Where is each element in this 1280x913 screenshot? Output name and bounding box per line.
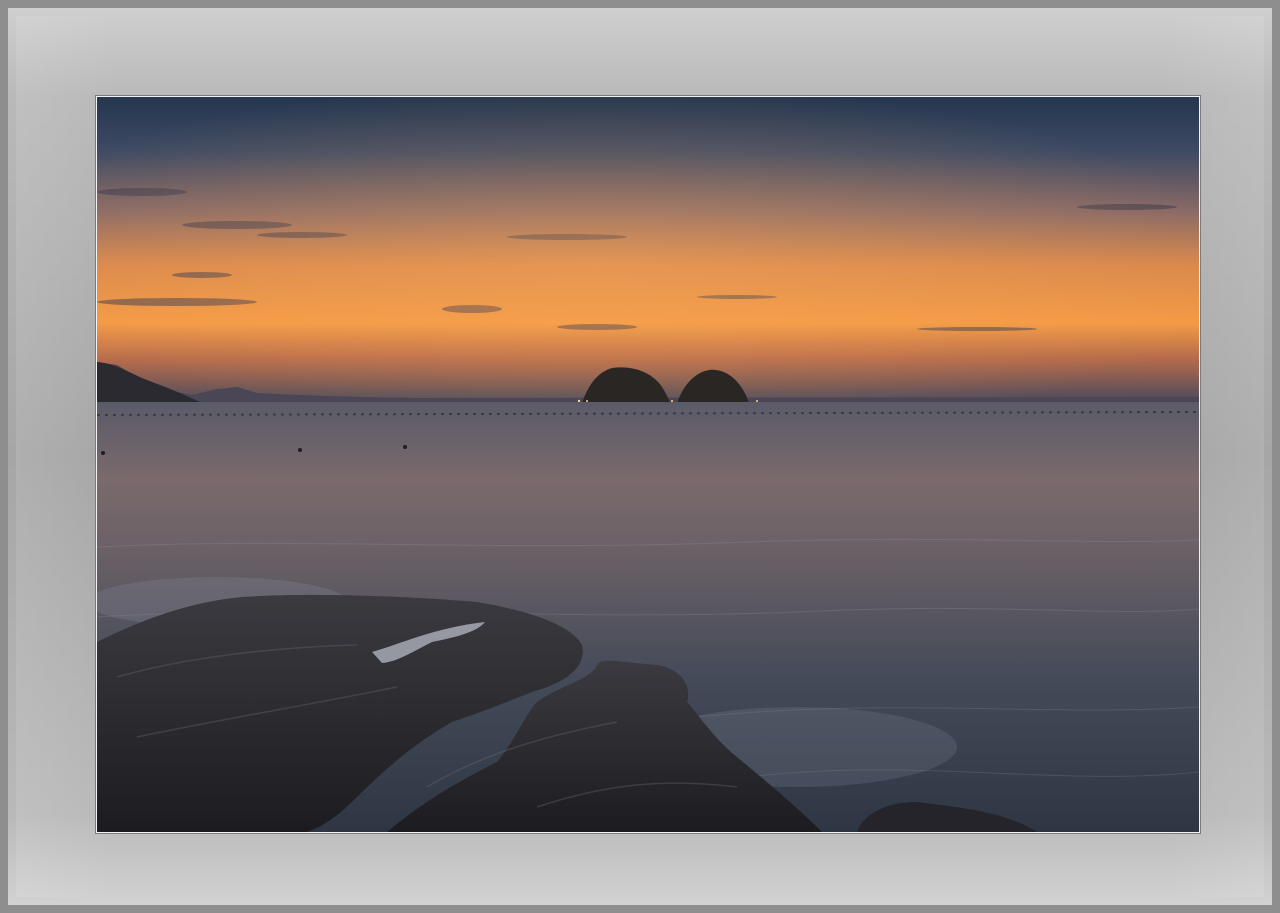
photo-mat (0, 0, 1280, 913)
photo-frame (96, 96, 1200, 833)
sunset-seascape-photo (97, 97, 1199, 832)
